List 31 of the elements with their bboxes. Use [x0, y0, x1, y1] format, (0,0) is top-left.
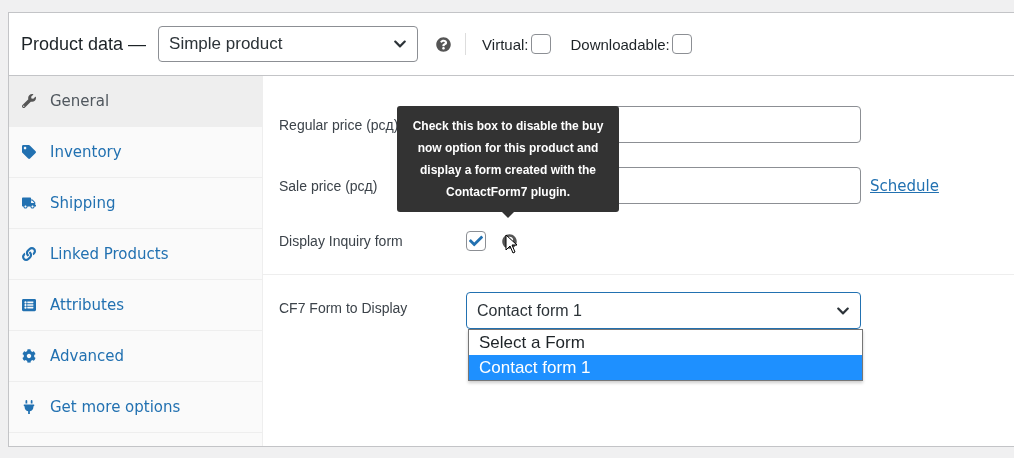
dropdown-option[interactable]: Contact form 1 [469, 355, 862, 380]
sidebar-tab[interactable]: Get more options [9, 382, 262, 433]
checkbox[interactable] [530, 34, 551, 54]
product-type-select[interactable]: Simple product [158, 26, 419, 62]
tooltip: Check this box to disable the buy now option for this product and display a form created with the ContactForm7 plugin. [397, 106, 619, 218]
wrench-icon [22, 94, 36, 108]
sidebar-tab[interactable]: Attributes [9, 280, 262, 331]
schedule-link[interactable]: Schedule [870, 176, 939, 195]
sidebar-tab[interactable]: Linked Products [9, 229, 262, 280]
field-label: CF7 Form to Display [279, 300, 408, 316]
field-label: Sale price (рсд) [279, 177, 378, 194]
option-label: Virtual: [482, 35, 529, 53]
field-label: Regular price (рсд) [279, 116, 399, 133]
sidebar-tab[interactable]: Inventory [9, 127, 262, 178]
form-select[interactable]: Contact form 1 [466, 292, 861, 329]
plug-icon [22, 400, 36, 414]
truck-icon [22, 196, 36, 210]
list-icon [22, 298, 36, 312]
panel-title: Product data — [21, 33, 147, 55]
option-label: Downloadable: [570, 35, 670, 53]
checkbox[interactable] [466, 231, 486, 251]
sidebar-tab[interactable]: General [9, 76, 262, 127]
gear-icon [22, 349, 36, 363]
help-icon[interactable] [436, 36, 452, 52]
sidebar-tab[interactable]: Advanced [9, 331, 262, 382]
tag-icon [22, 145, 36, 159]
checkbox[interactable] [671, 34, 692, 54]
link-icon [22, 247, 36, 261]
field-label: Display Inquiry form [279, 233, 403, 249]
dropdown-option[interactable]: Select a Form [469, 330, 862, 355]
sidebar-tab[interactable]: Shipping [9, 178, 262, 229]
